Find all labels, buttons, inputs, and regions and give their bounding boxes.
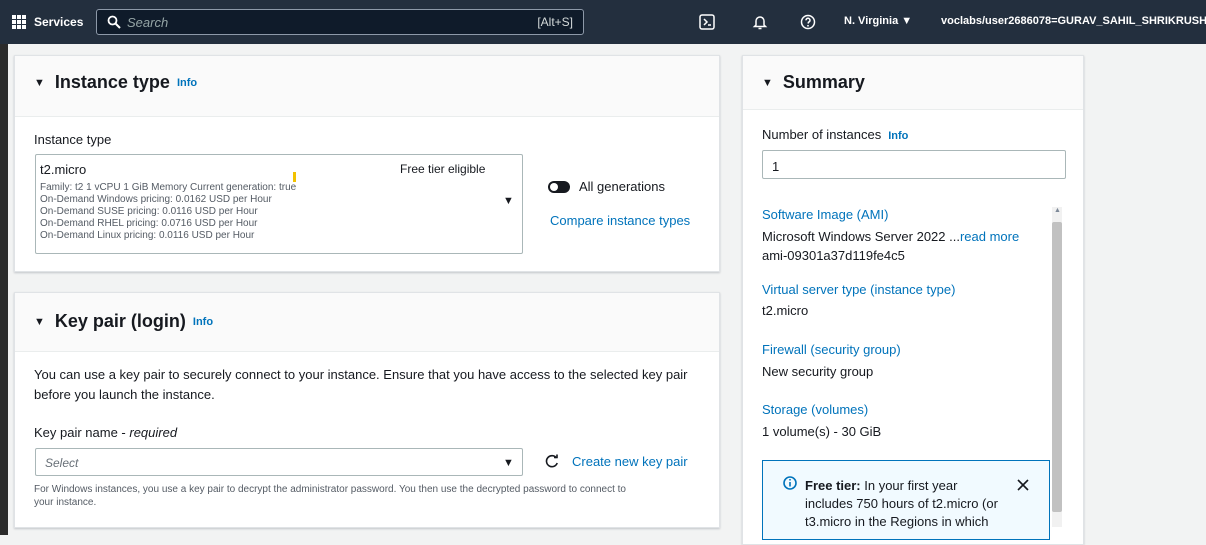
- virtual-server-type-value: t2.micro: [762, 303, 809, 318]
- instance-type-select[interactable]: t2.micro Free tier eligible Family: t2 1…: [35, 154, 523, 254]
- services-menu-button[interactable]: Services: [12, 14, 84, 30]
- search-shortcut-hint: [Alt+S]: [537, 15, 573, 29]
- storage-link[interactable]: Storage (volumes): [762, 402, 868, 417]
- help-icon[interactable]: [800, 14, 816, 30]
- dropdown-arrow-icon: ▼: [503, 195, 514, 207]
- firewall-value: New security group: [762, 364, 874, 379]
- scroll-up-arrow-icon[interactable]: ▲: [1054, 207, 1061, 214]
- number-of-instances-info-link[interactable]: Info: [888, 130, 908, 142]
- ami-name: Microsoft Windows Server 2022 ...: [762, 229, 960, 244]
- storage-value: 1 volume(s) - 30 GiB: [762, 424, 882, 439]
- instance-type-detail: On-Demand Windows pricing: 0.0162 USD pe…: [40, 194, 272, 205]
- text-cursor-marker: [293, 172, 296, 182]
- key-pair-help-text-cont: your instance.: [34, 497, 97, 508]
- key-pair-field-name: Key pair name -: [34, 425, 130, 440]
- top-navigation-bar: Services Search [Alt+S] N. Virginia ▼ vo…: [0, 0, 1206, 44]
- services-label: Services: [34, 15, 84, 29]
- key-pair-select[interactable]: Select ▼: [35, 448, 523, 476]
- instance-type-detail: On-Demand SUSE pricing: 0.0116 USD per H…: [40, 206, 258, 217]
- key-pair-description: You can use a key pair to securely conne…: [34, 367, 688, 382]
- all-generations-toggle[interactable]: [548, 181, 570, 193]
- services-grid-icon: [12, 14, 27, 30]
- instance-type-name: t2.micro: [40, 162, 87, 177]
- ami-link[interactable]: Software Image (AMI): [762, 207, 888, 222]
- key-pair-select-placeholder: Select: [45, 456, 79, 470]
- free-tier-text: Free tier: In your first year includes 75…: [805, 477, 998, 531]
- account-menu[interactable]: voclabs/user2686078=GURAV_SAHIL_SHRIKRUS…: [941, 15, 1206, 27]
- free-tier-bold: Free tier:: [805, 478, 861, 493]
- summary-section-toggle[interactable]: ▼ Summary: [762, 72, 865, 93]
- key-pair-help-text: For Windows instances, you use a key pai…: [34, 484, 626, 495]
- close-icon[interactable]: [1017, 479, 1029, 491]
- required-marker: required: [129, 425, 178, 440]
- info-circle-icon: [783, 476, 797, 490]
- key-pair-title: Key pair (login): [54, 311, 186, 331]
- key-pair-description-cont: before you launch the instance.: [34, 387, 215, 402]
- number-of-instances-label: Number of instances Info: [762, 127, 908, 142]
- instance-type-field-label: Instance type: [34, 132, 112, 147]
- cloudshell-icon[interactable]: [699, 14, 715, 30]
- notifications-bell-icon[interactable]: [752, 14, 768, 30]
- key-pair-info-link[interactable]: Info: [193, 316, 213, 328]
- dropdown-arrow-icon: ▼: [503, 457, 514, 469]
- refresh-icon[interactable]: [545, 454, 559, 468]
- firewall-link[interactable]: Firewall (security group): [762, 342, 901, 357]
- search-placeholder: Search: [127, 14, 169, 30]
- collapse-caret-icon: ▼: [762, 76, 773, 89]
- summary-scrollbar-thumb[interactable]: [1052, 222, 1062, 512]
- compare-instance-types-link[interactable]: Compare instance types: [550, 213, 690, 228]
- all-generations-label: All generations: [579, 179, 665, 194]
- collapse-caret-icon: ▼: [34, 76, 45, 89]
- search-icon: [107, 15, 121, 29]
- free-tier-line1: In your first year: [860, 478, 958, 493]
- instance-type-detail: Family: t2 1 vCPU 1 GiB Memory Current g…: [40, 182, 297, 193]
- ami-id: ami-09301a37d119fe4c5: [762, 248, 905, 263]
- instance-type-title: Instance type: [54, 72, 170, 92]
- search-input[interactable]: Search [Alt+S]: [96, 9, 584, 35]
- ami-value: Microsoft Windows Server 2022 ...read mo…: [762, 229, 1019, 244]
- region-selector[interactable]: N. Virginia ▼: [844, 15, 912, 27]
- instance-type-info-link[interactable]: Info: [177, 77, 197, 89]
- collapse-caret-icon: ▼: [34, 315, 45, 328]
- instance-type-section-toggle[interactable]: ▼ Instance type Info: [34, 72, 197, 93]
- instance-type-detail: On-Demand Linux pricing: 0.0116 USD per …: [40, 230, 255, 241]
- create-new-key-pair-link[interactable]: Create new key pair: [572, 454, 688, 469]
- free-tier-line3: t3.micro in the Regions in which: [805, 514, 989, 529]
- key-pair-section-toggle[interactable]: ▼ Key pair (login) Info: [34, 311, 213, 332]
- left-edge-divider: [0, 44, 8, 535]
- free-tier-alert: Free tier: In your first year includes 75…: [762, 460, 1050, 540]
- virtual-server-type-link[interactable]: Virtual server type (instance type): [762, 282, 955, 297]
- instance-type-detail: On-Demand RHEL pricing: 0.0716 USD per H…: [40, 218, 258, 229]
- free-tier-line2: includes 750 hours of t2.micro (or: [805, 496, 998, 511]
- summary-title: Summary: [782, 72, 865, 92]
- number-of-instances-input[interactable]: 1: [762, 150, 1066, 179]
- free-tier-eligible-label: Free tier eligible: [400, 162, 486, 176]
- key-pair-field-label: Key pair name - required: [34, 425, 177, 440]
- ami-read-more-link[interactable]: read more: [960, 229, 1019, 244]
- number-of-instances-text: Number of instances: [762, 127, 882, 142]
